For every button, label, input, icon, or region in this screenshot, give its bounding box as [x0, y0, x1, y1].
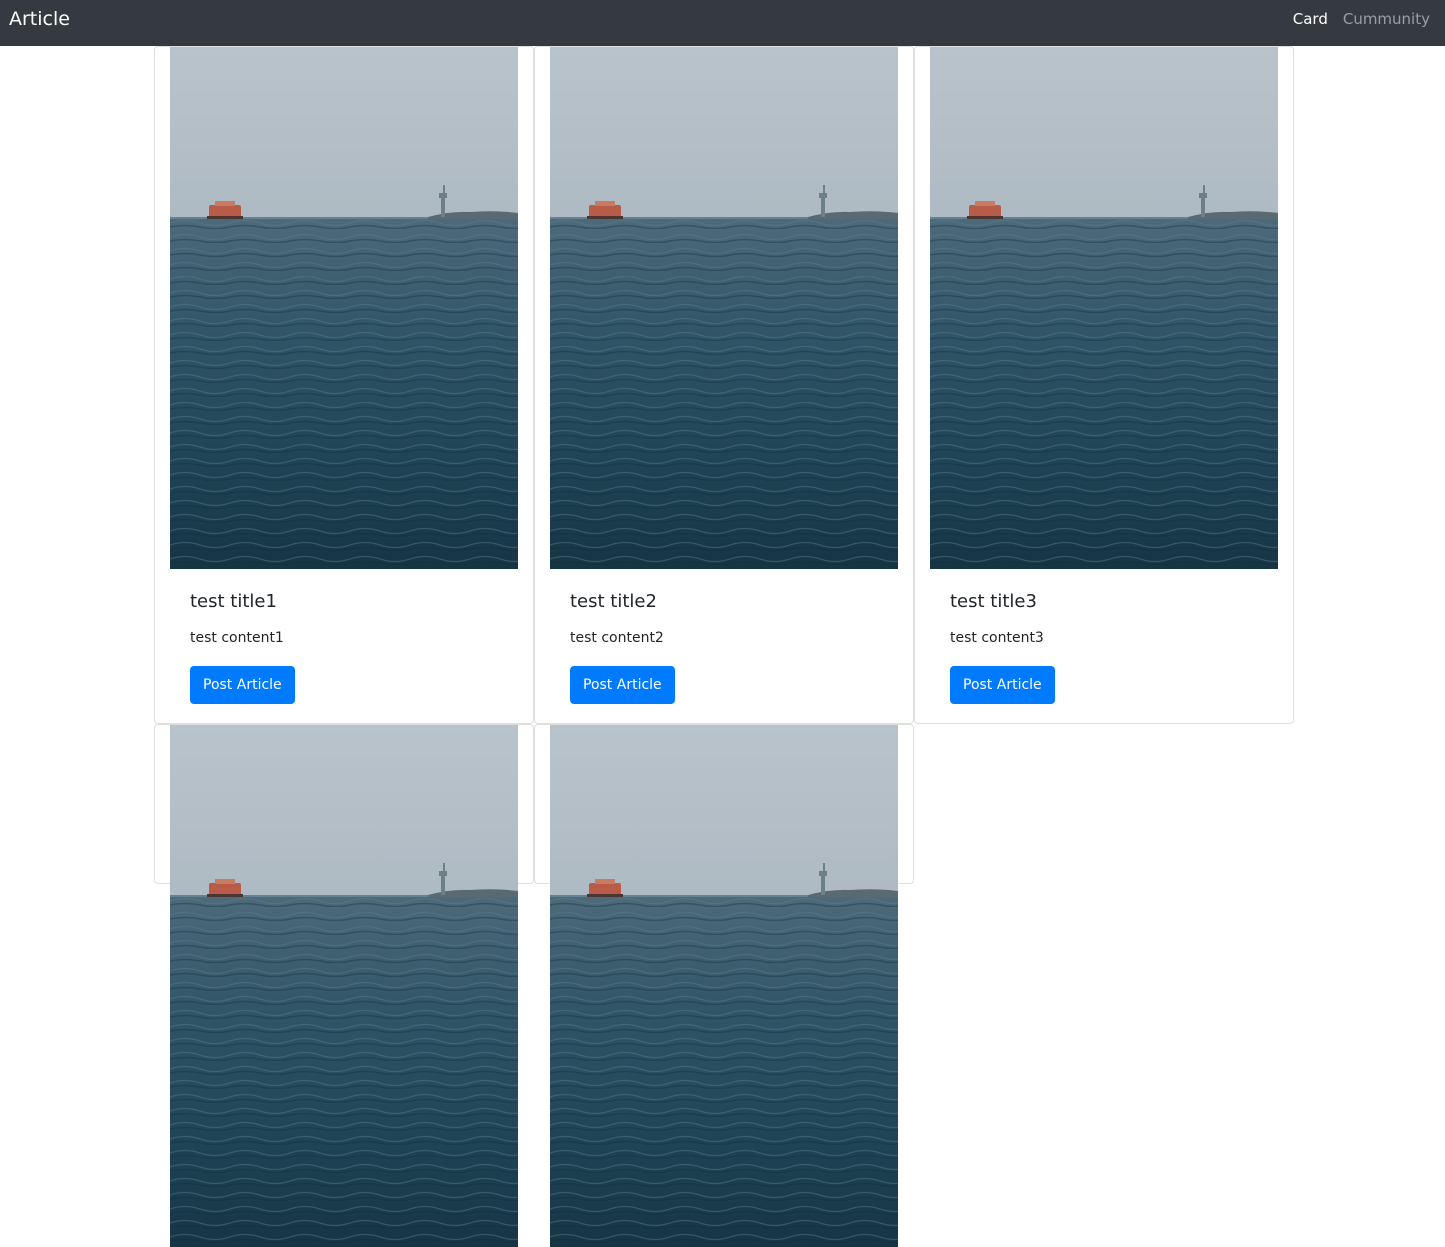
post-article-button[interactable]: Post Article: [950, 666, 1055, 704]
card: test title3 test content3 Post Article: [914, 46, 1294, 724]
card: test title2 test content2 Post Article: [534, 46, 914, 724]
card: [154, 724, 534, 1247]
card: test title1 test content1 Post Article: [154, 46, 534, 724]
nav-link-card[interactable]: Card: [1293, 10, 1328, 28]
card-text: test content2: [570, 630, 664, 646]
card-text: test content3: [950, 630, 1044, 646]
card-text: test content1: [190, 630, 284, 646]
card-title: test title1: [190, 591, 277, 612]
card-title: test title2: [570, 591, 657, 612]
nav-link-community[interactable]: Cummunity: [1343, 10, 1430, 28]
navbar: Article Card Cummunity: [0, 0, 1445, 46]
post-article-button[interactable]: Post Article: [570, 666, 675, 704]
card-image: [550, 725, 898, 1247]
card-image: [170, 725, 518, 1247]
card-image: [550, 47, 898, 569]
card-image: [930, 47, 1278, 569]
nav-links: Card Cummunity: [1293, 10, 1430, 28]
post-article-button[interactable]: Post Article: [190, 666, 295, 704]
card-title: test title3: [950, 591, 1037, 612]
card: [534, 724, 914, 1247]
card-image: [170, 47, 518, 569]
navbar-brand[interactable]: Article: [9, 7, 70, 31]
